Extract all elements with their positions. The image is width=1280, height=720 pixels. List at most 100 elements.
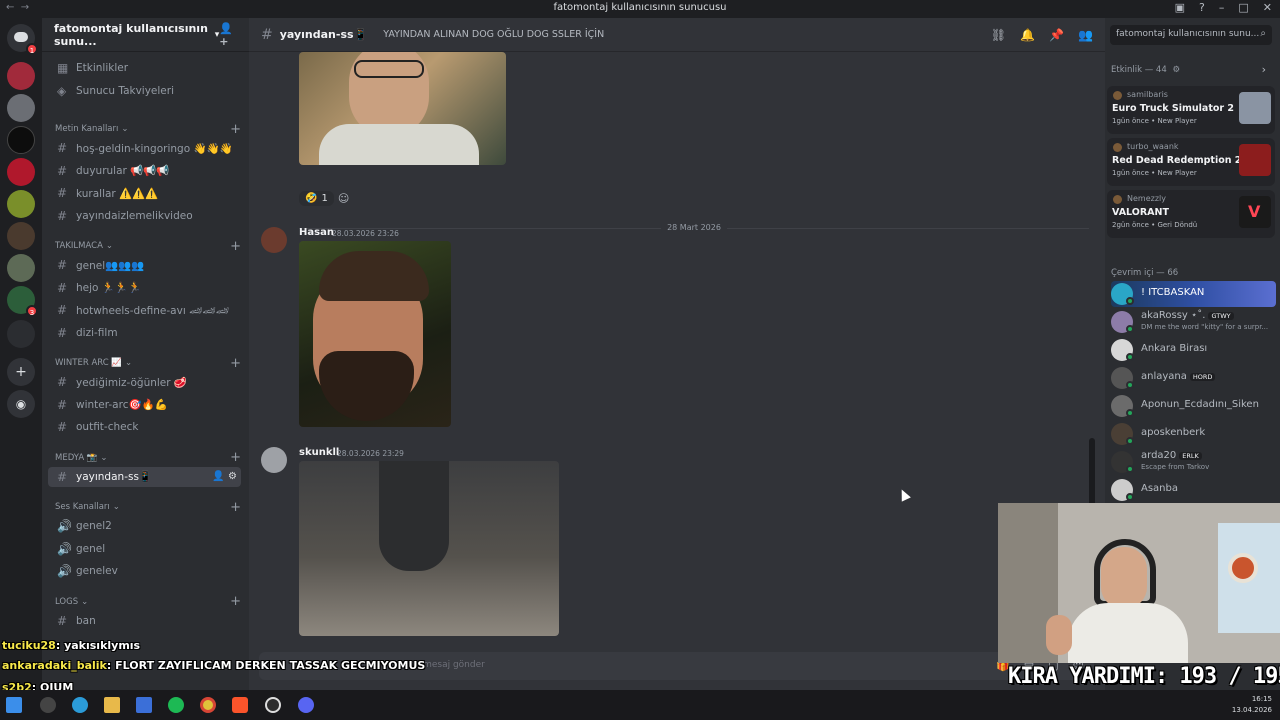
maximize-button[interactable]: □ <box>1238 1 1248 14</box>
chat-user: ankaradaki_balik <box>2 659 107 672</box>
chevron-right-icon[interactable]: › <box>1262 63 1266 76</box>
member-item[interactable]: Aponun_Ecdadını_Siken <box>1111 393 1276 419</box>
server-icon[interactable] <box>7 222 35 250</box>
server-icon[interactable]: 3 <box>7 286 38 317</box>
hash-icon: # <box>57 613 68 628</box>
brave-icon[interactable] <box>232 697 248 713</box>
category-header[interactable]: WINTER ARC 📈 ⌄ + <box>48 353 241 373</box>
member-name: Asanba <box>1141 483 1178 494</box>
channel-item[interactable]: # kurallar ⚠️⚠️⚠️ <box>48 183 241 203</box>
channel-item[interactable]: # yediğimiz-öğünler 🥩 <box>48 372 241 392</box>
member-item[interactable]: arda20 ERLK Escape from Tarkov <box>1111 449 1276 475</box>
category-header[interactable]: TAKILMACA ⌄ + <box>48 236 241 256</box>
server-icon[interactable] <box>7 254 35 282</box>
chevron-down-icon: ⌄ <box>100 452 108 463</box>
category-header[interactable]: MEDYA 📸 ⌄ + <box>48 448 241 468</box>
avatar <box>1113 195 1122 204</box>
message-image[interactable] <box>299 241 451 427</box>
chrome-icon[interactable] <box>200 697 216 713</box>
start-icon[interactable] <box>6 697 22 713</box>
folder-icon[interactable] <box>104 697 120 713</box>
message-author[interactable]: skunkll <box>299 447 339 458</box>
hash-icon: # <box>57 303 68 317</box>
home-button[interactable]: 1 <box>7 24 38 55</box>
member-item[interactable]: ! ITCBASKAN <box>1111 281 1276 307</box>
channel-item[interactable]: # genel👥👥👥 <box>48 255 241 275</box>
avatar[interactable] <box>261 447 287 473</box>
member-item[interactable]: Ankara Birası <box>1111 337 1276 363</box>
edge-icon[interactable] <box>72 697 88 713</box>
channel-item[interactable]: # yayından-ss📱 👤 ⚙ <box>48 466 241 487</box>
server-icon[interactable] <box>7 126 35 154</box>
add-channel-icon[interactable]: + <box>230 122 241 137</box>
activity-card[interactable]: samilbaris Euro Truck Simulator 2 1gün önc… <box>1107 86 1275 134</box>
channel-item[interactable]: # outfit-check <box>48 417 241 437</box>
activity-header-label: Etkinlik — 44 <box>1111 65 1167 75</box>
channel-item[interactable]: 🔊 genel <box>48 539 241 559</box>
channel-item[interactable]: 🔊 genelev <box>48 561 241 581</box>
message-image[interactable] <box>299 461 559 636</box>
sidebar-item-events[interactable]: ▦ Etkinlikler <box>48 58 241 78</box>
member-name: Aponun_Ecdadını_Siken <box>1141 399 1259 410</box>
threads-icon[interactable]: ⛓ <box>991 28 1006 42</box>
avatar[interactable] <box>261 227 287 253</box>
store-icon[interactable] <box>136 697 152 713</box>
channel-settings-icons[interactable]: 👤 ⚙ <box>212 471 241 482</box>
message-author[interactable]: Hasan <box>299 227 334 238</box>
server-icon[interactable] <box>7 190 35 218</box>
close-button[interactable]: ✕ <box>1263 1 1272 14</box>
add-channel-icon[interactable]: + <box>230 239 241 254</box>
category-header[interactable]: Metin Kanalları ⌄ + <box>48 119 241 139</box>
server-icon[interactable] <box>7 94 35 122</box>
spotify-icon[interactable] <box>168 697 184 713</box>
channel-item[interactable]: # hejo 🏃🏃🏃 <box>48 278 241 298</box>
invite-icon[interactable]: 👤+ <box>219 22 237 48</box>
guild-header[interactable]: fatomontaj kullanıcısının sunu... ▾ 👤+ <box>42 18 249 52</box>
search-input[interactable]: fatomontaj kullanıcısının sunu... ⌕ <box>1110 25 1272 45</box>
message-image[interactable] <box>299 52 506 165</box>
add-channel-icon[interactable]: + <box>230 500 241 515</box>
member-status: Escape from Tarkov <box>1141 463 1210 471</box>
channel-item[interactable]: # dizi-film <box>48 323 241 343</box>
channel-item[interactable]: # yayındaizlemelikvideo <box>48 206 241 226</box>
add-channel-icon[interactable]: + <box>230 594 241 609</box>
add-channel-icon[interactable]: + <box>230 356 241 371</box>
channel-item[interactable]: # duyurular 📢📢📢 <box>48 161 241 181</box>
minimize-button[interactable]: – <box>1219 1 1225 14</box>
category-header[interactable]: Ses Kanalları ⌄ + <box>48 497 241 517</box>
channel-label: genel2 <box>76 520 112 532</box>
server-icon[interactable] <box>7 62 35 90</box>
search-icon[interactable] <box>40 697 56 713</box>
channel-item[interactable]: # hoş-geldin-kingoringo 👋👋👋 <box>48 138 241 158</box>
category-header[interactable]: LOGS ⌄ + <box>48 592 241 612</box>
sidebar-item-boosts[interactable]: ◈ Sunucu Takviyeleri <box>48 81 241 101</box>
activity-card[interactable]: turbo_waank Red Dead Redemption 2 1gün önc… <box>1107 138 1275 186</box>
channel-item[interactable]: 🔊 genel2 <box>48 516 241 536</box>
members-icon[interactable]: 👥 <box>1078 28 1093 42</box>
add-channel-icon[interactable]: + <box>230 450 241 465</box>
help-icon[interactable]: ? <box>1199 1 1205 14</box>
member-item[interactable]: akaRossy ⋆˚. GTWY DM me the word "kitty" f… <box>1111 309 1276 335</box>
channel-item[interactable]: # winter-arc🎯🔥💪 <box>48 395 241 415</box>
game-icon <box>1239 92 1271 124</box>
member-item[interactable]: Asanba <box>1111 477 1276 503</box>
server-icon[interactable] <box>7 158 35 186</box>
channel-label: genel <box>76 542 106 555</box>
channel-item[interactable]: # hotwheels-define-avı 🏎🏎🏎 <box>48 300 241 320</box>
discord-taskbar-icon[interactable] <box>298 697 314 713</box>
channel-item[interactable]: # ban <box>48 611 241 631</box>
member-item[interactable]: anlayana HORD <box>1111 365 1276 391</box>
server-folder[interactable] <box>7 320 35 348</box>
gear-icon[interactable]: ⚙ <box>1172 65 1180 75</box>
chat-text: : yakısıklymıs <box>55 639 141 652</box>
reaction-chip[interactable]: 🤣 1 <box>299 190 334 206</box>
obs-icon[interactable] <box>265 697 281 713</box>
bell-icon[interactable]: 🔔 <box>1020 28 1035 42</box>
inbox-icon[interactable]: ▣ <box>1175 1 1185 14</box>
member-item[interactable]: aposkenberk <box>1111 421 1276 447</box>
activity-card[interactable]: Nemezzly VALORANT 2gün önce • Geri Döndü V <box>1107 190 1275 238</box>
add-server-button[interactable]: + <box>7 358 35 386</box>
add-reaction-icon[interactable]: ☺ <box>338 192 349 205</box>
explore-button[interactable]: ◉ <box>7 390 35 418</box>
pin-icon[interactable]: 📌 <box>1049 28 1064 42</box>
